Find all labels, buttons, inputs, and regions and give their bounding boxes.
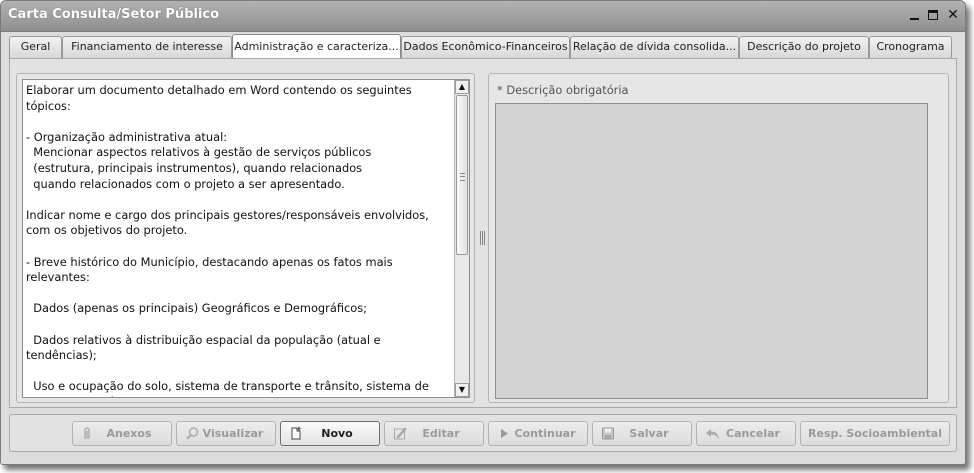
tab-financiamento[interactable]: Financiamento de interesse [62, 36, 232, 58]
tab-administracao[interactable]: Administração e caracteriza... [232, 34, 401, 58]
tab-content: Elaborar um documento detalhado em Word … [9, 58, 957, 408]
continuar-button[interactable]: Continuar [488, 421, 588, 446]
instructions-textarea[interactable]: Elaborar um documento detalhado em Word … [22, 79, 470, 398]
anexos-button[interactable]: Anexos [72, 421, 172, 446]
scroll-down-icon[interactable]: ▼ [455, 383, 469, 397]
minimize-icon[interactable] [907, 7, 923, 23]
instructions-text: Elaborar um documento detalhado em Word … [26, 83, 429, 397]
scroll-up-icon[interactable]: ▲ [455, 80, 469, 94]
new-document-icon [291, 426, 302, 440]
grip-icon [460, 173, 465, 181]
description-panel: * Descrição obrigatória [488, 73, 949, 403]
visualizar-button[interactable]: Visualizar [176, 421, 276, 446]
paperclip-icon [84, 427, 90, 439]
undo-arrow-icon [706, 429, 719, 439]
splitter-handle[interactable] [480, 231, 486, 245]
magnifier-icon [186, 427, 199, 440]
resp-socioambiental-button[interactable]: Resp. Socioambiental [800, 421, 950, 446]
close-icon[interactable]: ✕ [945, 7, 961, 23]
vertical-scrollbar[interactable]: ▲ ▼ [454, 80, 469, 397]
window: Carta Consulta/Setor Público ✕ Geral Fin… [0, 0, 966, 465]
title-bar[interactable]: Carta Consulta/Setor Público ✕ [1, 1, 965, 32]
tab-dados-economicos[interactable]: Dados Econômico-Financeiros [401, 36, 570, 58]
floppy-icon [602, 427, 614, 440]
tab-relacao-divida[interactable]: Relação de dívida consolida... [570, 36, 739, 58]
button-bar: Anexos Visualizar Novo Editar Continuar … [9, 414, 957, 452]
scroll-thumb[interactable] [456, 95, 468, 255]
tab-descricao-projeto[interactable]: Descrição do projeto [739, 36, 869, 58]
tab-geral[interactable]: Geral [9, 36, 62, 58]
window-title: Carta Consulta/Setor Público [8, 7, 220, 22]
description-label: * Descrição obrigatória [497, 83, 629, 97]
novo-button[interactable]: Novo [280, 421, 380, 446]
pencil-icon [394, 427, 407, 440]
salvar-button[interactable]: Salvar [592, 421, 692, 446]
description-field[interactable] [495, 103, 928, 399]
editar-button[interactable]: Editar [384, 421, 484, 446]
cancelar-button[interactable]: Cancelar [696, 421, 796, 446]
maximize-icon[interactable] [926, 7, 942, 23]
instructions-panel: Elaborar um documento detalhado em Word … [16, 73, 475, 403]
play-icon [501, 429, 508, 438]
tab-cronograma[interactable]: Cronograma [869, 36, 952, 58]
